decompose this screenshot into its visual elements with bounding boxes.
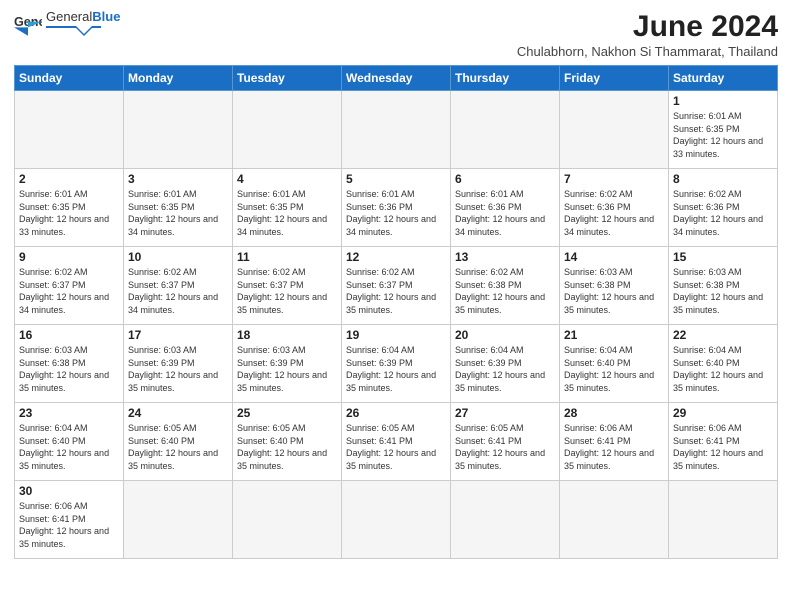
- day-10: 10 Sunrise: 6:02 AMSunset: 6:37 PMDaylig…: [124, 247, 233, 325]
- empty-cell: [451, 91, 560, 169]
- day-9: 9 Sunrise: 6:02 AMSunset: 6:37 PMDayligh…: [15, 247, 124, 325]
- day-17: 17 Sunrise: 6:03 AMSunset: 6:39 PMDaylig…: [124, 325, 233, 403]
- header-saturday: Saturday: [669, 66, 778, 91]
- day-6: 6 Sunrise: 6:01 AMSunset: 6:36 PMDayligh…: [451, 169, 560, 247]
- calendar-table: Sunday Monday Tuesday Wednesday Thursday…: [14, 65, 778, 559]
- week-row-3: 9 Sunrise: 6:02 AMSunset: 6:37 PMDayligh…: [15, 247, 778, 325]
- day-11: 11 Sunrise: 6:02 AMSunset: 6:37 PMDaylig…: [233, 247, 342, 325]
- month-title: June 2024: [517, 10, 778, 44]
- header-wednesday: Wednesday: [342, 66, 451, 91]
- day-23: 23 Sunrise: 6:04 AMSunset: 6:40 PMDaylig…: [15, 403, 124, 481]
- generalblue-logo-icon: General: [14, 12, 42, 40]
- day-29: 29 Sunrise: 6:06 AMSunset: 6:41 PMDaylig…: [669, 403, 778, 481]
- day-4: 4 Sunrise: 6:01 AMSunset: 6:35 PMDayligh…: [233, 169, 342, 247]
- day-14: 14 Sunrise: 6:03 AMSunset: 6:38 PMDaylig…: [560, 247, 669, 325]
- day-19: 19 Sunrise: 6:04 AMSunset: 6:39 PMDaylig…: [342, 325, 451, 403]
- day-21: 21 Sunrise: 6:04 AMSunset: 6:40 PMDaylig…: [560, 325, 669, 403]
- empty-cell: [560, 91, 669, 169]
- header-thursday: Thursday: [451, 66, 560, 91]
- empty-cell: [451, 481, 560, 559]
- subtitle: Chulabhorn, Nakhon Si Thammarat, Thailan…: [517, 44, 778, 59]
- empty-cell: [15, 91, 124, 169]
- day-1: 1 Sunrise: 6:01 AM Sunset: 6:35 PM Dayli…: [669, 91, 778, 169]
- day-28: 28 Sunrise: 6:06 AMSunset: 6:41 PMDaylig…: [560, 403, 669, 481]
- header-tuesday: Tuesday: [233, 66, 342, 91]
- week-row-2: 2 Sunrise: 6:01 AMSunset: 6:35 PMDayligh…: [15, 169, 778, 247]
- day-3: 3 Sunrise: 6:01 AMSunset: 6:35 PMDayligh…: [124, 169, 233, 247]
- weekday-header-row: Sunday Monday Tuesday Wednesday Thursday…: [15, 66, 778, 91]
- header-sunday: Sunday: [15, 66, 124, 91]
- empty-cell: [669, 481, 778, 559]
- day-13: 13 Sunrise: 6:02 AMSunset: 6:38 PMDaylig…: [451, 247, 560, 325]
- empty-cell: [233, 481, 342, 559]
- day-16: 16 Sunrise: 6:03 AMSunset: 6:38 PMDaylig…: [15, 325, 124, 403]
- header-monday: Monday: [124, 66, 233, 91]
- logo: General GeneralBlue: [14, 10, 120, 41]
- week-row-6: 30 Sunrise: 6:06 AMSunset: 6:41 PMDaylig…: [15, 481, 778, 559]
- empty-cell: [124, 91, 233, 169]
- day-18: 18 Sunrise: 6:03 AMSunset: 6:39 PMDaylig…: [233, 325, 342, 403]
- day-12: 12 Sunrise: 6:02 AMSunset: 6:37 PMDaylig…: [342, 247, 451, 325]
- week-row-1: 1 Sunrise: 6:01 AM Sunset: 6:35 PM Dayli…: [15, 91, 778, 169]
- empty-cell: [342, 481, 451, 559]
- week-row-4: 16 Sunrise: 6:03 AMSunset: 6:38 PMDaylig…: [15, 325, 778, 403]
- day-25: 25 Sunrise: 6:05 AMSunset: 6:40 PMDaylig…: [233, 403, 342, 481]
- day-30: 30 Sunrise: 6:06 AMSunset: 6:41 PMDaylig…: [15, 481, 124, 559]
- week-row-5: 23 Sunrise: 6:04 AMSunset: 6:40 PMDaylig…: [15, 403, 778, 481]
- day-15: 15 Sunrise: 6:03 AMSunset: 6:38 PMDaylig…: [669, 247, 778, 325]
- title-area: June 2024 Chulabhorn, Nakhon Si Thammara…: [517, 10, 778, 59]
- empty-cell: [560, 481, 669, 559]
- header: General GeneralBlue June 2024 Chulabhorn…: [14, 10, 778, 59]
- empty-cell: [233, 91, 342, 169]
- header-friday: Friday: [560, 66, 669, 91]
- day-26: 26 Sunrise: 6:05 AMSunset: 6:41 PMDaylig…: [342, 403, 451, 481]
- day-2: 2 Sunrise: 6:01 AMSunset: 6:35 PMDayligh…: [15, 169, 124, 247]
- empty-cell: [342, 91, 451, 169]
- day-5: 5 Sunrise: 6:01 AMSunset: 6:36 PMDayligh…: [342, 169, 451, 247]
- empty-cell: [124, 481, 233, 559]
- day-27: 27 Sunrise: 6:05 AMSunset: 6:41 PMDaylig…: [451, 403, 560, 481]
- day-7: 7 Sunrise: 6:02 AMSunset: 6:36 PMDayligh…: [560, 169, 669, 247]
- page: General GeneralBlue June 2024 Chulabhorn…: [0, 0, 792, 569]
- logo-underline-icon: [46, 22, 101, 36]
- day-22: 22 Sunrise: 6:04 AMSunset: 6:40 PMDaylig…: [669, 325, 778, 403]
- day-8: 8 Sunrise: 6:02 AMSunset: 6:36 PMDayligh…: [669, 169, 778, 247]
- day-24: 24 Sunrise: 6:05 AMSunset: 6:40 PMDaylig…: [124, 403, 233, 481]
- day-20: 20 Sunrise: 6:04 AMSunset: 6:39 PMDaylig…: [451, 325, 560, 403]
